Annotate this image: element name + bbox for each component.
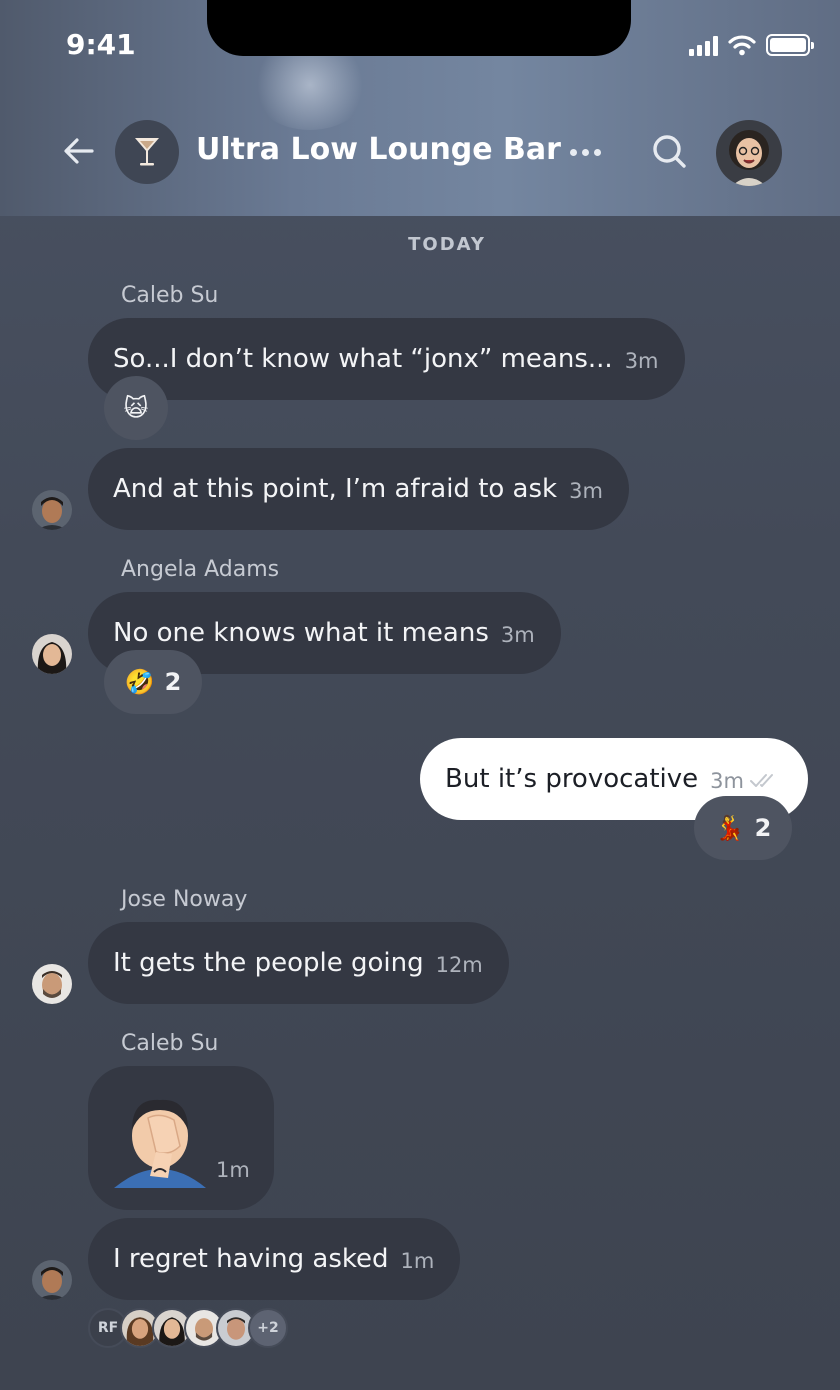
reaction-chip[interactable]: 💃 2	[694, 796, 792, 860]
wifi-icon	[728, 35, 756, 56]
message-bubble[interactable]: So...I don’t know what “jonx” means... 3…	[88, 318, 685, 400]
message-text: So...I don’t know what “jonx” means...	[113, 344, 613, 374]
message-bubble[interactable]: It gets the people going 12m	[88, 922, 509, 1004]
current-user-avatar[interactable]	[716, 120, 782, 186]
more-options-button[interactable]	[570, 138, 606, 166]
dot	[582, 148, 589, 156]
read-checkmarks-icon	[750, 774, 773, 787]
message-text: I regret having asked	[113, 1244, 389, 1274]
reaction-chip[interactable]: 🤣 2	[104, 650, 202, 714]
group-avatar[interactable]	[115, 120, 179, 184]
sender-name: Caleb Su	[121, 1031, 219, 1056]
signal-icon	[689, 36, 718, 56]
message-text: No one knows what it means	[113, 618, 489, 648]
sender-name: Caleb Su	[121, 283, 219, 308]
chat-title[interactable]: Ultra Low Lounge Bar	[196, 132, 561, 167]
device-notch	[207, 0, 631, 56]
scream-cat-emoji-icon: 🙀	[123, 394, 149, 422]
cocktail-glass-icon	[135, 138, 159, 166]
avatar[interactable]	[32, 1260, 72, 1300]
avatar[interactable]	[32, 490, 72, 530]
battery-icon	[766, 34, 814, 56]
dot	[570, 148, 577, 156]
dancer-emoji-icon: 💃	[714, 814, 745, 842]
chat-nav-bar: Ultra Low Lounge Bar	[0, 118, 840, 186]
reaction-count: 2	[164, 668, 182, 696]
avatar[interactable]	[32, 964, 72, 1004]
sender-name: Angela Adams	[121, 557, 280, 582]
reader-more-count: +2	[248, 1308, 288, 1348]
message-bubble[interactable]: I regret having asked 1m	[88, 1218, 461, 1300]
message-text: But it’s provocative	[445, 764, 699, 794]
reaction-chip[interactable]: 🙀	[104, 376, 168, 440]
message-time: 1m	[400, 1248, 435, 1273]
message-time: 3m	[500, 622, 535, 647]
dot	[594, 148, 601, 156]
rofl-emoji-icon: 🤣	[124, 668, 155, 696]
day-divider: TODAY	[408, 234, 486, 255]
message-time: 3m	[710, 768, 744, 793]
message-bubble[interactable]: And at this point, I’m afraid to ask 3m	[88, 448, 629, 530]
status-icons	[689, 34, 814, 56]
reaction-count: 2	[754, 814, 772, 842]
sender-name: Jose Noway	[121, 887, 248, 912]
message-text: It gets the people going	[113, 948, 424, 978]
read-receipts[interactable]: RF +2	[88, 1308, 288, 1348]
message-time: 12m	[435, 952, 483, 977]
status-bar: 9:41	[0, 0, 840, 100]
search-icon[interactable]	[650, 132, 690, 172]
message-time: 1m	[216, 1158, 250, 1182]
status-time: 9:41	[66, 28, 136, 61]
message-time: 3m	[624, 348, 659, 373]
message-time: 3m	[569, 478, 603, 503]
facepalm-sticker-icon	[114, 1099, 206, 1188]
sticker-message-bubble[interactable]: 1m	[88, 1066, 274, 1210]
message-text: And at this point, I’m afraid to ask	[113, 474, 558, 504]
back-arrow-icon[interactable]	[58, 130, 100, 172]
avatar[interactable]	[32, 634, 72, 674]
